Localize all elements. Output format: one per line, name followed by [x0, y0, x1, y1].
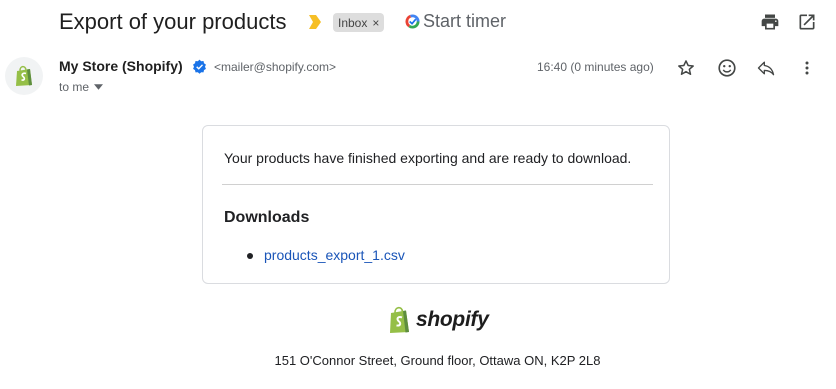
remove-label-button[interactable]: ×: [372, 16, 379, 30]
timer-icon: [405, 14, 420, 29]
chevron-down-icon: [94, 84, 104, 90]
recipient-label: to me: [59, 80, 90, 94]
email-timestamp: 16:40 (0 minutes ago): [537, 60, 654, 74]
print-icon[interactable]: [760, 12, 780, 32]
list-bullet: [247, 253, 253, 259]
sender-email: <mailer@shopify.com>: [214, 60, 337, 74]
downloads-heading: Downloads: [224, 209, 310, 226]
shopify-bag-icon: [390, 306, 409, 333]
reply-icon[interactable]: [756, 58, 776, 78]
shopify-logo: shopify: [389, 306, 489, 334]
verified-badge-icon: [193, 59, 206, 74]
open-in-new-window-icon[interactable]: [797, 12, 817, 32]
export-complete-message: Your products have finished exporting an…: [224, 150, 632, 166]
download-link[interactable]: products_export_1.csv: [264, 247, 405, 263]
start-timer-label: Start timer: [423, 11, 507, 31]
importance-marker-icon[interactable]: [309, 15, 321, 29]
more-vert-icon[interactable]: [797, 58, 817, 78]
shopify-wordmark: shopify: [416, 308, 489, 331]
inbox-label-chip[interactable]: Inbox ×: [333, 13, 385, 32]
label-text: Inbox: [338, 15, 368, 30]
email-content-card: Your products have finished exporting an…: [202, 125, 670, 284]
card-divider: [222, 184, 653, 185]
star-icon[interactable]: [676, 58, 696, 78]
footer-address: 151 O'Connor Street, Ground floor, Ottaw…: [274, 353, 601, 368]
shopify-bag-icon: [16, 65, 32, 86]
recipient-details-toggle[interactable]: to me: [59, 80, 104, 94]
email-subject: Export of your products: [59, 9, 287, 34]
start-timer-button[interactable]: Start timer: [405, 11, 506, 32]
emoji-reaction-icon[interactable]: [716, 57, 738, 79]
sender-avatar[interactable]: [5, 57, 43, 95]
sender-name[interactable]: My Store (Shopify): [59, 58, 183, 74]
